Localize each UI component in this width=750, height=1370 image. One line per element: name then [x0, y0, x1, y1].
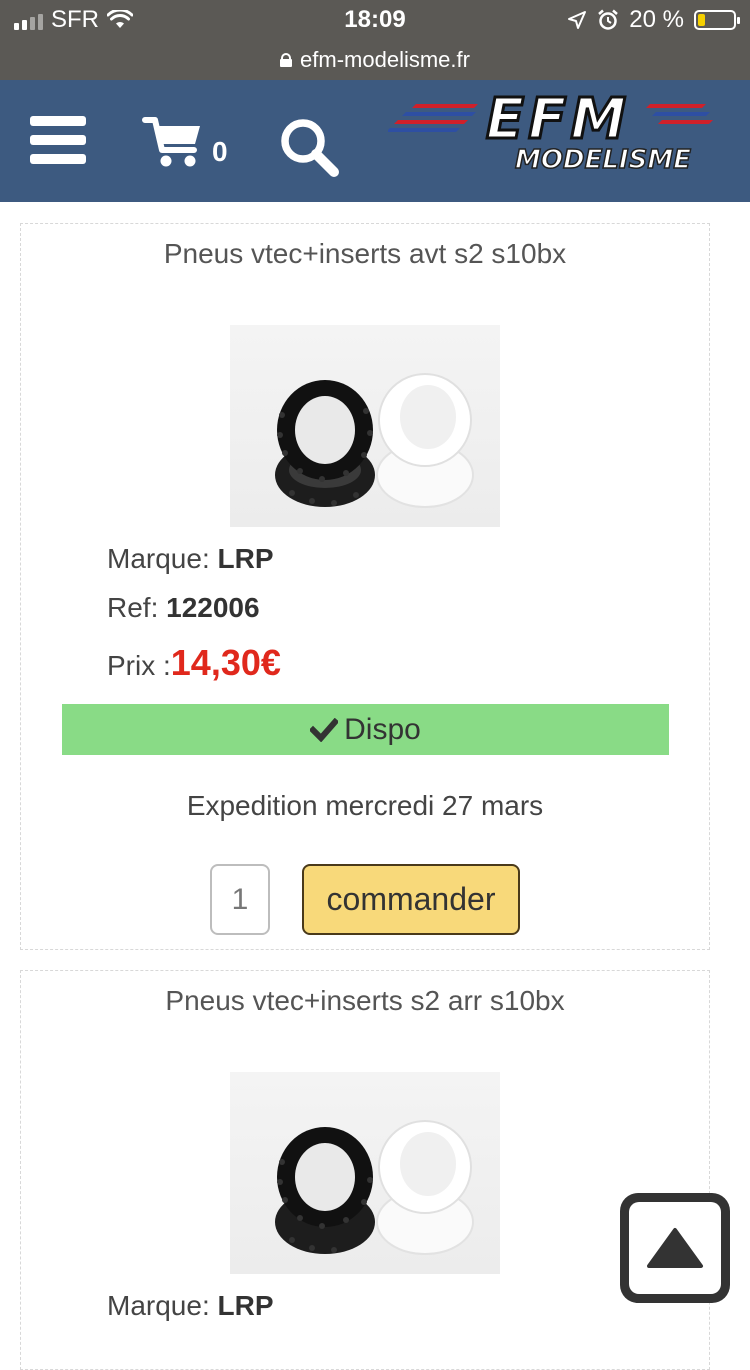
cart-icon[interactable]: [142, 114, 204, 170]
availability-badge: Dispo: [62, 704, 669, 755]
search-icon[interactable]: [278, 116, 340, 178]
tire-photo: [275, 373, 474, 508]
status-bar: SFR 18:09 20 %: [0, 0, 750, 40]
cart-count: 0: [212, 136, 228, 167]
price-row: Prix :14,30€: [107, 642, 281, 684]
product-title[interactable]: Pneus vtec+inserts avt s2 s10bx: [21, 238, 709, 270]
brand-label: Marque:: [107, 543, 210, 574]
scroll-to-top-inner: [629, 1202, 721, 1294]
status-right: 20 %: [567, 6, 740, 34]
availability-text: Dispo: [344, 712, 421, 746]
product-image[interactable]: [230, 325, 500, 527]
brand-row: Marque: LRP: [107, 543, 274, 575]
order-button[interactable]: commander: [302, 864, 520, 935]
url-text: efm-modelisme.fr: [300, 47, 470, 72]
product-image[interactable]: [230, 1072, 500, 1274]
price-label: Prix :: [107, 650, 171, 681]
lock-icon: [280, 53, 293, 67]
address-bar[interactable]: efm-modelisme.fr: [0, 40, 750, 80]
logo-sub-text: MODELISME: [515, 145, 691, 174]
battery-percent: 20 %: [629, 6, 684, 33]
price-value: 14,30€: [170, 642, 281, 683]
check-icon: [310, 717, 339, 742]
product-card: Pneus vtec+inserts avt s2 s10bx Marque: …: [20, 223, 710, 950]
scroll-to-top-button[interactable]: [620, 1193, 730, 1303]
efm-logo[interactable]: EFM MODELISME: [388, 94, 713, 174]
brand-value: LRP: [217, 1290, 274, 1321]
hamburger-icon[interactable]: [30, 116, 86, 164]
arrow-up-icon: [647, 1228, 703, 1268]
tire-photo: [275, 1120, 474, 1255]
location-icon: [568, 11, 587, 29]
brand-row: Marque: LRP: [107, 1290, 274, 1322]
shipping-info: Expedition mercredi 27 mars: [186, 790, 544, 821]
ref-value: 122006: [166, 592, 260, 623]
ref-row: Ref: 122006: [107, 592, 260, 624]
site-header: 0 EFM MODELISME: [0, 80, 750, 202]
brand-value: LRP: [217, 543, 274, 574]
brand-label: Marque:: [107, 1290, 210, 1321]
logo-main-text: EFM: [486, 94, 630, 152]
battery-icon: [694, 10, 740, 30]
alarm-icon: [598, 9, 619, 30]
product-card: Pneus vtec+inserts s2 arr s10bx Marque: …: [20, 970, 710, 1370]
quantity-input[interactable]: [210, 864, 270, 935]
product-title[interactable]: Pneus vtec+inserts s2 arr s10bx: [21, 985, 709, 1017]
ref-label: Ref:: [107, 592, 159, 623]
